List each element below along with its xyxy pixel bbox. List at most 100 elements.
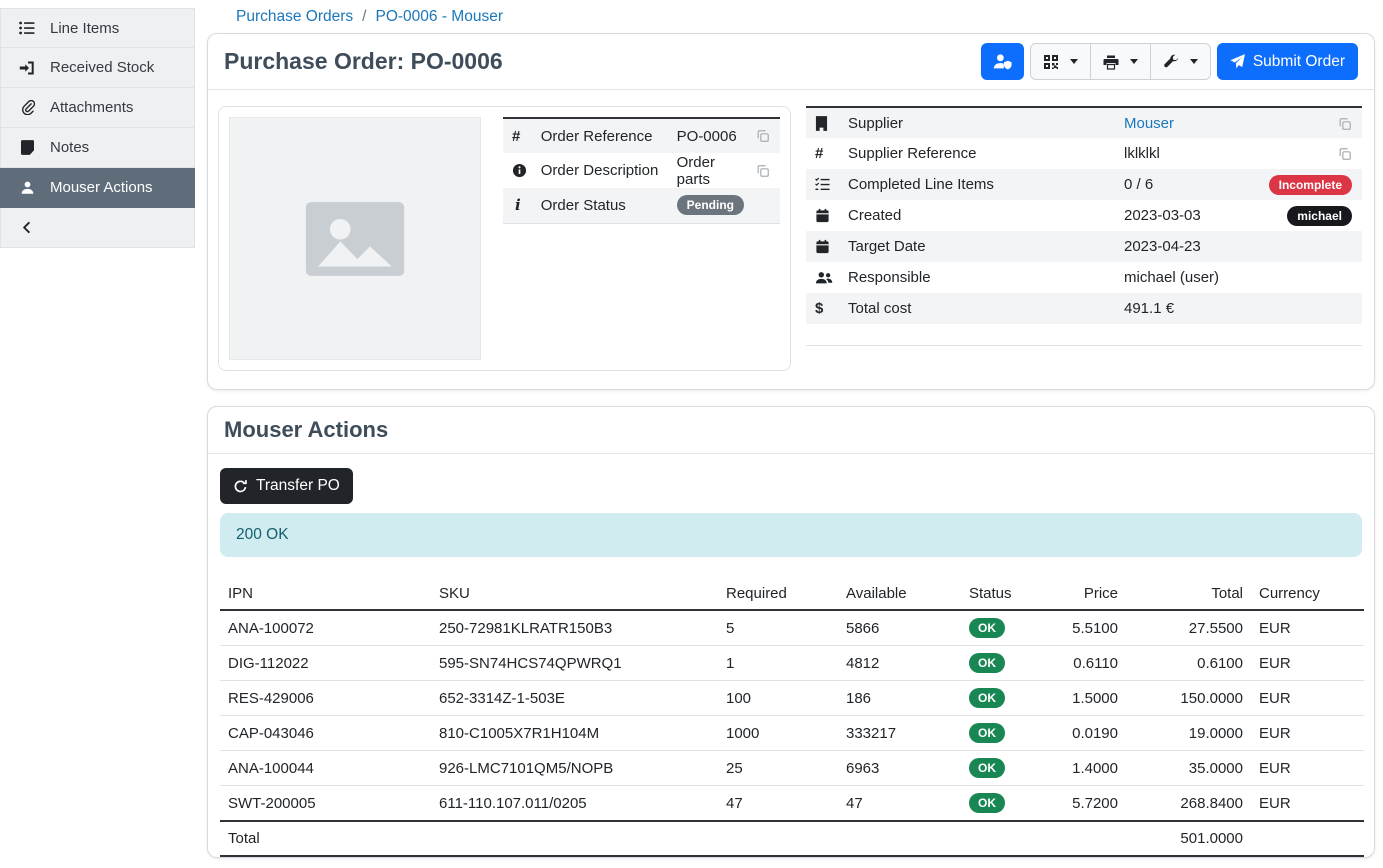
supplier-link[interactable]: Mouser [1124,115,1174,132]
print-menu-button[interactable] [1090,43,1151,80]
sidebar-item-notes[interactable]: Notes [0,128,195,168]
list-check-icon [815,177,836,192]
app-root: Line Items Received Stock Attachments No… [0,0,1383,868]
part-sku: 595-SN74HCS74QPWRQ1 [431,646,718,681]
supplier-part-button[interactable] [981,43,1024,80]
ok-badge: OK [969,758,1005,778]
main-content: Purchase Orders / PO-0006 - Mouser Purch… [195,0,1383,868]
user-icon [18,180,36,195]
breadcrumb-link-purchase-orders[interactable]: Purchase Orders [236,8,353,26]
spacer-row [806,324,1362,345]
breadcrumb: Purchase Orders / PO-0006 - Mouser [207,0,1375,33]
part-price: 5.7200 [1021,786,1126,822]
transfer-po-button[interactable]: Transfer PO [220,468,353,504]
sidebar-item-attachments[interactable]: Attachments [0,88,195,128]
part-price: 0.6110 [1021,646,1126,681]
supplier-reference-label: Supplier Reference [842,138,1118,169]
barcode-icon [1043,54,1059,70]
note-icon [18,140,36,155]
part-total: 150.0000 [1126,681,1251,716]
chevron-down-icon [1190,59,1198,64]
parts-table-head: IPN SKU Required Available Status Price … [220,578,1364,610]
sidebar-item-mouser-actions[interactable]: Mouser Actions [0,168,195,208]
user-shield-icon [993,53,1012,70]
part-sku: 926-LMC7101QM5/NOPB [431,751,718,786]
row-order-reference: # Order Reference PO-0006 [503,118,780,153]
order-status-badge: Pending [677,195,744,215]
created-value: 2023-03-03 [1118,200,1244,231]
part-total: 19.0000 [1126,716,1251,751]
completed-line-items-label: Completed Line Items [842,169,1118,200]
image-icon [296,180,414,298]
col-required: Required [718,578,838,610]
supplier-label: Supplier [842,107,1118,138]
copy-icon[interactable] [1338,145,1352,162]
order-actions-menu-button[interactable] [1150,43,1211,80]
hash-icon: # [512,128,520,145]
part-row: ANA-100072 250-72981KLRATR150B3 5 5866 O… [220,610,1364,646]
incomplete-badge: Incomplete [1269,175,1352,195]
part-ipn: ANA-100072 [220,610,431,646]
chevron-down-icon [1130,59,1138,64]
row-responsible: Responsible michael (user) [806,262,1362,293]
panel-title: Mouser Actions [224,417,388,443]
totals-row: Total 501.0000 [220,821,1364,856]
breadcrumb-link-current-order[interactable]: PO-0006 - Mouser [375,8,503,26]
tools-icon [1163,54,1179,70]
part-sku: 652-3314Z-1-503E [431,681,718,716]
created-by-badge: michael [1287,206,1352,226]
purchase-order-card: Purchase Order: PO-0006 [207,33,1375,390]
sidebar-item-label: Mouser Actions [50,179,153,196]
part-row: ANA-100044 926-LMC7101QM5/NOPB 25 6963 O… [220,751,1364,786]
copy-icon[interactable] [756,164,770,178]
order-toolbar: Submit Order [981,43,1358,80]
part-status: OK [961,786,1021,822]
page-title: Purchase Order: PO-0006 [224,48,503,75]
calendar-icon [815,208,836,223]
part-available: 4812 [838,646,961,681]
sidebar-item-line-items[interactable]: Line Items [0,8,195,48]
copy-icon[interactable] [1338,115,1352,132]
total-cost-label: Total cost [842,293,1118,324]
barcode-menu-button[interactable] [1030,43,1091,80]
part-total: 27.5500 [1126,610,1251,646]
part-price: 5.5100 [1021,610,1126,646]
sidebar-item-label: Notes [50,139,89,156]
order-menu-group [1030,43,1211,80]
list-icon [18,20,36,36]
part-status: OK [961,716,1021,751]
part-status: OK [961,610,1021,646]
sidebar-item-received-stock[interactable]: Received Stock [0,48,195,88]
refresh-icon [233,479,248,494]
parts-table-foot: Total 501.0000 [220,821,1364,856]
part-total: 268.8400 [1126,786,1251,822]
ok-badge: OK [969,688,1005,708]
transfer-po-label: Transfer PO [256,478,340,494]
col-price: Price [1021,578,1126,610]
order-image-placeholder[interactable] [229,117,481,360]
completed-line-items-value: 0 / 6 [1118,169,1244,200]
col-status: Status [961,578,1021,610]
row-order-status: i Order Status Pending [503,188,780,223]
part-required: 100 [718,681,838,716]
part-currency: EUR [1251,716,1364,751]
sidebar-collapse-button[interactable] [0,208,195,248]
breadcrumb-separator: / [362,8,366,26]
part-currency: EUR [1251,786,1364,822]
sidebar-nav: Line Items Received Stock Attachments No… [0,8,195,248]
sidebar-item-label: Line Items [50,20,119,37]
parts-table-body: ANA-100072 250-72981KLRATR150B3 5 5866 O… [220,610,1364,821]
copy-icon[interactable] [756,129,770,143]
submit-order-button[interactable]: Submit Order [1217,43,1358,80]
col-available: Available [838,578,961,610]
part-required: 5 [718,610,838,646]
paper-plane-icon [1230,54,1245,69]
order-details-body: # Order Reference PO-0006 Order Descript… [208,90,1374,389]
part-currency: EUR [1251,751,1364,786]
part-sku: 611-110.107.011/0205 [431,786,718,822]
part-available: 186 [838,681,961,716]
col-total: Total [1126,578,1251,610]
part-currency: EUR [1251,610,1364,646]
totals-label: Total [220,821,431,856]
mouser-actions-card: Mouser Actions Transfer PO 200 OK [207,406,1375,858]
